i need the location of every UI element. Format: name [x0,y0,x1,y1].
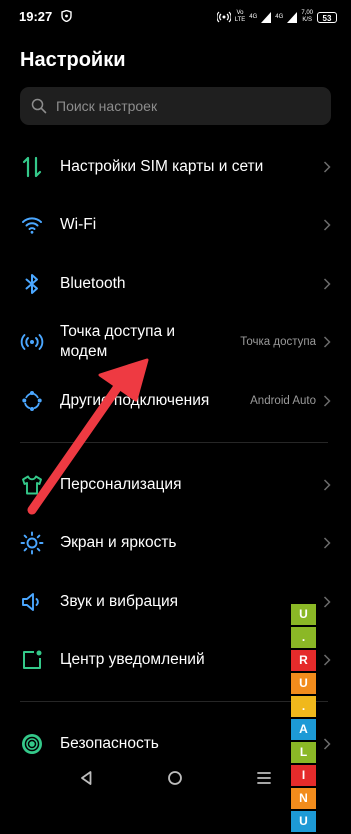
logo-letter: I [291,765,316,786]
settings-item-label: Другие подключения [60,392,210,409]
logo-letter: A [291,719,316,740]
settings-item-other-connections[interactable]: Другие подключения Android Auto [0,372,351,430]
chevron-right-icon [323,278,331,290]
chevron-right-icon [323,537,331,549]
settings-item-bluetooth[interactable]: Bluetooth [0,255,351,313]
status-time: 19:27 [19,9,53,24]
security-icon [22,734,42,754]
settings-item-label: Звук и вибрация [60,593,178,610]
chevron-right-icon [323,654,331,666]
settings-item-label: Bluetooth [60,275,126,292]
chevron-right-icon [323,395,331,407]
logo-letter: R [291,650,316,671]
section-divider [20,701,328,702]
chevron-right-icon [323,336,331,348]
settings-item-display[interactable]: Экран и яркость [0,514,351,572]
menu-icon[interactable] [256,770,272,786]
settings-item-value: Точка доступа [240,336,316,348]
logo-letter: L [291,742,316,763]
hotspot-status-icon [216,11,231,23]
chevron-right-icon [323,219,331,231]
wifi-icon [22,217,42,234]
settings-item-value: Android Auto [250,395,316,407]
settings-item-label: Точка доступа и модем [60,323,176,360]
logo-letter: . [291,696,316,717]
search-placeholder: Поиск настроек [56,98,158,114]
settings-item-label: Центр уведомлений [60,651,205,668]
network-speed: 7,00 K/S [301,10,313,23]
bluetooth-icon [25,274,38,294]
network-type-1: 4G [249,13,258,20]
brightness-icon [20,531,44,555]
sound-icon [22,593,39,611]
network-type-2: 4G [275,13,284,20]
search-icon [31,98,47,114]
search-input[interactable]: Поиск настроек [20,87,331,125]
chevron-right-icon [323,479,331,491]
settings-item-personalization[interactable]: Персонализация [0,456,351,514]
settings-item-label: Безопасность [60,735,159,752]
logo-letter: N [291,788,316,809]
signal-icon [261,11,272,23]
settings-item-label: Персонализация [60,476,182,493]
chevron-right-icon [323,738,331,750]
notification-icon [23,650,42,669]
page-title: Настройки [20,49,126,71]
settings-item-label: Настройки SIM карты и сети [60,158,264,175]
logo-letter: . [291,627,316,648]
chevron-right-icon [323,596,331,608]
shield-icon [61,10,72,22]
logo-letter: U [291,811,316,832]
signal-icon-2 [287,11,298,23]
section-divider [20,442,328,443]
logo-letter: U [291,604,316,625]
settings-item-label: Экран и яркость [60,534,177,551]
settings-item-wifi[interactable]: Wi-Fi [0,196,351,254]
home-icon[interactable] [167,770,183,786]
battery-icon: 53 [317,11,337,23]
back-icon[interactable] [79,770,93,786]
sim-network-icon [22,156,42,178]
settings-item-label: Wi-Fi [60,216,97,233]
settings-item-hotspot[interactable]: Точка доступа и модем Точка доступа [0,313,351,371]
settings-item-sim[interactable]: Настройки SIM карты и сети [0,138,351,196]
connections-icon [22,391,42,411]
hotspot-icon [20,334,44,350]
status-bar: 19:27 Vo LTE 4G 4G 7,00 K/S 53 [0,0,351,34]
personalization-icon [22,475,42,495]
logo-letter: U [291,673,316,694]
volte-indicator: Vo LTE [234,10,246,23]
chevron-right-icon [323,161,331,173]
